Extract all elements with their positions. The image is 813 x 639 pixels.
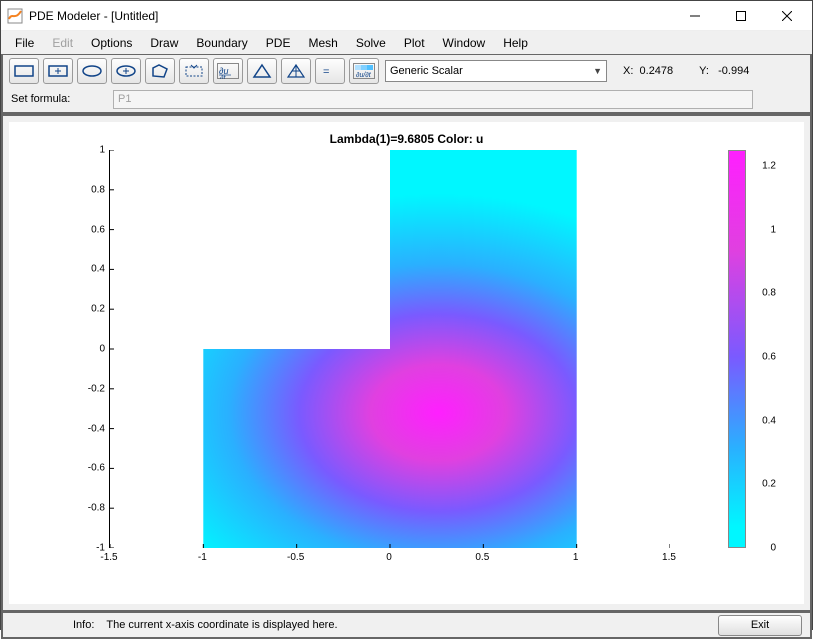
formula-label: Set formula: — [11, 93, 105, 105]
titlebar: PDE Modeler - [Untitled] — [1, 1, 812, 31]
menu-window[interactable]: Window — [435, 33, 494, 53]
coord-y-label: Y: — [699, 65, 718, 77]
maximize-button[interactable] — [718, 1, 764, 31]
coord-x-label: X: — [623, 65, 640, 77]
coord-readout: X: 0.2478 Y: -0.994 — [623, 65, 749, 77]
refine-mesh-button[interactable] — [281, 58, 311, 84]
window-title: PDE Modeler - [Untitled] — [29, 9, 672, 23]
menu-edit: Edit — [44, 33, 81, 53]
toolbar-panel: ∂u∂t = ∂u/∂t Generic Scalar ▼ X: 0.2478 … — [1, 54, 812, 114]
app-icon — [7, 8, 23, 24]
info-label: Info: — [73, 619, 94, 631]
menu-help[interactable]: Help — [495, 33, 536, 53]
ellipse-corner-button[interactable] — [77, 58, 107, 84]
app-type-label: Generic Scalar — [390, 65, 463, 77]
chevron-down-icon: ▼ — [593, 66, 602, 76]
menu-draw[interactable]: Draw — [142, 33, 186, 53]
rect-corner-button[interactable] — [9, 58, 39, 84]
colorbar — [728, 150, 746, 548]
menubar: File Edit Options Draw Boundary PDE Mesh… — [1, 31, 812, 54]
axes[interactable]: Lambda(1)=9.6805 Color: u — [9, 122, 804, 604]
formula-row: Set formula: — [3, 86, 810, 112]
svg-text:∂u/∂t: ∂u/∂t — [356, 72, 372, 79]
svg-text:=: = — [323, 66, 329, 78]
solve-button[interactable]: = — [315, 58, 345, 84]
menu-mesh[interactable]: Mesh — [300, 33, 345, 53]
info-text: The current x-axis coordinate is display… — [106, 619, 718, 631]
plot-button[interactable]: ∂u/∂t — [349, 58, 379, 84]
app-type-select[interactable]: Generic Scalar ▼ — [385, 60, 607, 82]
menu-file[interactable]: File — [7, 33, 42, 53]
toolbar: ∂u∂t = ∂u/∂t Generic Scalar ▼ X: 0.2478 … — [3, 55, 810, 86]
init-mesh-button[interactable] — [247, 58, 277, 84]
exit-button[interactable]: Exit — [718, 615, 802, 636]
x-tick-labels: -1.5 -1 -0.5 0 0.5 1 1.5 — [109, 552, 669, 566]
menu-pde[interactable]: PDE — [258, 33, 299, 53]
menu-options[interactable]: Options — [83, 33, 140, 53]
ellipse-center-button[interactable] — [111, 58, 141, 84]
pde-spec-button[interactable]: ∂u∂t — [213, 58, 243, 84]
formula-input[interactable] — [113, 90, 753, 109]
menu-plot[interactable]: Plot — [396, 33, 433, 53]
canvas-area: Lambda(1)=9.6805 Color: u — [1, 114, 812, 612]
rect-center-button[interactable] — [43, 58, 73, 84]
coord-y-value: -0.994 — [718, 65, 749, 77]
polygon-button[interactable] — [145, 58, 175, 84]
chart-title: Lambda(1)=9.6805 Color: u — [9, 132, 804, 146]
y-tick-labels: -1 -0.8 -0.6 -0.4 -0.2 0 0.2 0.4 0.6 0.8… — [69, 150, 105, 548]
boundary-mode-button[interactable] — [179, 58, 209, 84]
menu-boundary[interactable]: Boundary — [188, 33, 255, 53]
close-button[interactable] — [764, 1, 810, 31]
coord-x-value: 0.2478 — [640, 65, 674, 77]
minimize-button[interactable] — [672, 1, 718, 31]
statusbar: Info: The current x-axis coordinate is d… — [1, 612, 812, 639]
menu-solve[interactable]: Solve — [348, 33, 394, 53]
plot-region — [109, 150, 669, 548]
colorbar-tick-labels: 0 0.2 0.4 0.6 0.8 1 1.2 — [750, 150, 776, 548]
heatmap-surface — [110, 150, 670, 548]
